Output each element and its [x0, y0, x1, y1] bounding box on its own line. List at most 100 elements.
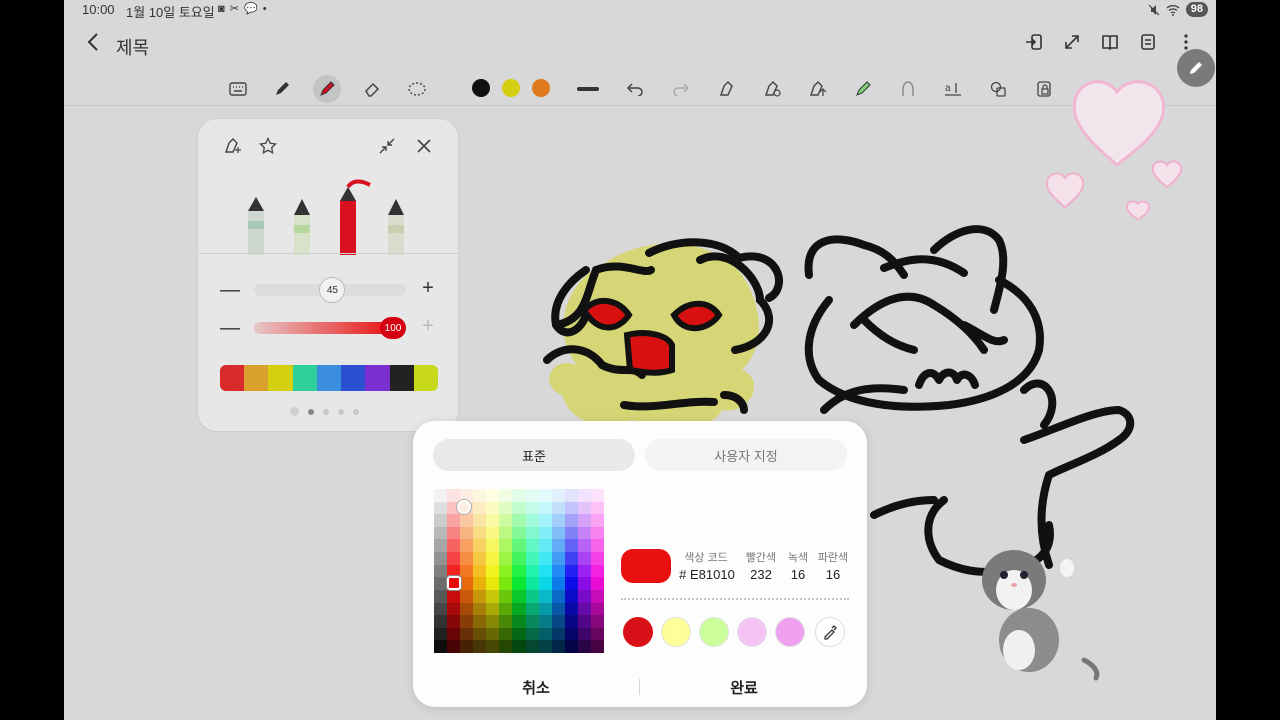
pencil-pen-icon[interactable] [294, 199, 310, 255]
color-grid-cell[interactable] [473, 539, 487, 553]
pager-dot[interactable] [353, 408, 359, 415]
color-grid-cell[interactable] [434, 564, 448, 578]
color-grid-cell[interactable] [577, 539, 591, 553]
color-grid-cell[interactable] [512, 615, 526, 628]
size-slider-knob[interactable]: 45 [319, 277, 346, 303]
color-grid-cell[interactable] [434, 539, 448, 553]
color-grid-cell[interactable] [577, 564, 591, 578]
color-grid-cell[interactable] [486, 526, 500, 540]
color-grid-cell[interactable] [538, 514, 552, 527]
color-grid-cell[interactable] [434, 552, 448, 565]
color-grid-cell[interactable] [447, 514, 461, 527]
opacity-slider-knob[interactable]: 100 [380, 317, 406, 339]
color-grid-cell[interactable] [486, 539, 500, 553]
color-grid-cell[interactable] [551, 564, 565, 578]
color-grid-cell[interactable] [499, 640, 513, 653]
color-grid-cell[interactable] [564, 552, 578, 565]
color-grid-cell[interactable] [473, 564, 487, 578]
color-grid-cell[interactable] [577, 514, 591, 527]
color-grid-cell[interactable] [434, 577, 448, 590]
color-grid-cell[interactable] [512, 501, 526, 515]
pager-dot[interactable] [323, 408, 329, 415]
color-grid-cell[interactable] [551, 514, 565, 527]
color-grid-cell[interactable] [538, 526, 552, 540]
color-grid-cell[interactable] [577, 602, 591, 616]
color-grid-cell[interactable] [486, 552, 500, 565]
tab-custom[interactable]: 사용자 지정 [645, 439, 847, 471]
color-grid-cell[interactable] [447, 640, 461, 653]
color-grid-cell[interactable] [499, 514, 513, 527]
palette-swatch[interactable] [365, 365, 390, 391]
color-grid-cell[interactable] [564, 577, 578, 590]
opacity-increase-button[interactable]: + [418, 315, 438, 338]
color-grid-cell[interactable] [590, 602, 604, 616]
color-grid-cell[interactable] [525, 564, 539, 578]
color-grid-cell[interactable] [577, 552, 591, 565]
color-grid-cell[interactable] [499, 552, 513, 565]
color-grid-cell[interactable] [460, 589, 474, 603]
color-grid-cell[interactable] [551, 589, 565, 603]
pen-favorite-add-icon[interactable] [222, 135, 244, 157]
palette-swatch[interactable] [341, 365, 366, 391]
color-grid-cell[interactable] [447, 589, 461, 603]
pen-fab-button[interactable] [1177, 49, 1215, 87]
color-grid-cell[interactable] [473, 489, 487, 502]
color-grid-cell[interactable] [499, 615, 513, 628]
color-grid-cell[interactable] [551, 526, 565, 540]
recent-color-4[interactable] [737, 617, 767, 647]
pager-dot[interactable] [290, 407, 299, 416]
palette-swatch[interactable] [389, 365, 414, 391]
color-grid-cell[interactable] [590, 627, 604, 641]
color-grid-cell[interactable] [525, 589, 539, 603]
color-grid-cell[interactable] [590, 615, 604, 628]
color-grid-cell[interactable] [577, 489, 591, 502]
color-grid-cell[interactable] [473, 627, 487, 641]
color-grid-cell[interactable] [460, 564, 474, 578]
color-grid-cell[interactable] [564, 640, 578, 653]
color-grid-cell[interactable] [525, 640, 539, 653]
color-grid-cell[interactable] [590, 526, 604, 540]
color-grid-cell[interactable] [499, 489, 513, 502]
color-grid-cell[interactable] [473, 577, 487, 590]
color-grid-cell[interactable] [590, 539, 604, 553]
color-grid-cell[interactable] [460, 602, 474, 616]
palette-swatch[interactable] [220, 365, 245, 391]
color-grid-cell[interactable] [460, 627, 474, 641]
color-grid-cell[interactable] [525, 577, 539, 590]
color-grid-cell[interactable] [473, 501, 487, 515]
recent-color-1[interactable] [623, 617, 653, 647]
color-grid-cell[interactable] [590, 514, 604, 527]
color-grid-cell[interactable] [551, 489, 565, 502]
palette-swatch[interactable] [316, 365, 342, 391]
color-grid-cell[interactable] [434, 640, 448, 653]
color-grid-cell[interactable] [434, 501, 448, 515]
color-grid-cell[interactable] [434, 627, 448, 641]
pager-dot[interactable] [308, 408, 314, 415]
pager-dot[interactable] [338, 408, 344, 415]
color-grid-cell[interactable] [538, 640, 552, 653]
color-grid-cell[interactable] [486, 602, 500, 616]
collapse-icon[interactable] [376, 135, 398, 157]
color-grid-cell[interactable] [460, 539, 474, 553]
value-blue[interactable]: 16 [817, 567, 849, 582]
size-decrease-button[interactable]: — [220, 279, 240, 302]
color-grid-cell[interactable] [525, 526, 539, 540]
size-increase-button[interactable]: + [418, 277, 438, 300]
color-grid-cell[interactable] [434, 602, 448, 616]
color-grid-cell[interactable] [447, 615, 461, 628]
color-grid-cell[interactable] [499, 627, 513, 641]
color-grid-cell[interactable] [564, 539, 578, 553]
color-grid-cell[interactable] [486, 564, 500, 578]
cancel-button[interactable]: 취소 [486, 677, 586, 698]
color-grid-cell[interactable] [577, 526, 591, 540]
color-grid-cell[interactable] [473, 552, 487, 565]
recent-color-5[interactable] [775, 617, 805, 647]
color-grid-cell[interactable] [590, 501, 604, 515]
color-grid-cell[interactable] [434, 589, 448, 603]
recent-color-3[interactable] [699, 617, 729, 647]
color-grid-cell[interactable] [512, 640, 526, 653]
color-grid-cell[interactable] [525, 539, 539, 553]
color-grid-cell[interactable] [551, 577, 565, 590]
color-grid-cell[interactable] [564, 489, 578, 502]
color-grid-cell[interactable] [473, 615, 487, 628]
